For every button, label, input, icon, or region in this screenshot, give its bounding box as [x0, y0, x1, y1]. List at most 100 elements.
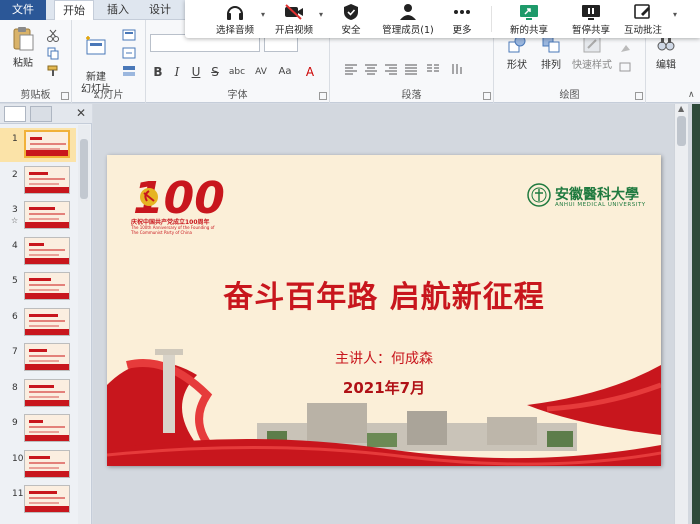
copy-icon[interactable]: [46, 46, 60, 60]
arrange-label: 排列: [541, 60, 561, 71]
text-direction-icon[interactable]: [450, 62, 464, 76]
slides-tab[interactable]: [4, 106, 26, 122]
slide-thumbnail-number: 2: [12, 169, 18, 180]
badge-caption-en: The 100th Anniversary of the Founding of…: [131, 225, 215, 235]
paste-icon: [13, 27, 34, 51]
slide-thumbnail[interactable]: 10: [0, 448, 76, 482]
new-slide-icon: [86, 36, 106, 55]
format-painter-icon[interactable]: [46, 64, 60, 78]
clipboard-launcher[interactable]: [61, 92, 69, 100]
slide-scrollbar[interactable]: ▲: [674, 104, 688, 524]
pause-share-label: 暂停共享: [571, 25, 610, 36]
manage-members-label: 管理成员(1): [382, 25, 434, 36]
campus-banner-artwork: [107, 349, 661, 466]
more-label: 更多: [452, 25, 472, 36]
paste-button[interactable]: 粘贴: [6, 26, 40, 69]
arrange-button[interactable]: 排列: [536, 34, 566, 71]
annotate-label: 互动批注: [623, 25, 662, 36]
annotate-dropdown-icon[interactable]: ▾: [673, 10, 677, 19]
tab-insert[interactable]: 插入: [100, 0, 136, 20]
slide-thumbnail-number: 8: [12, 382, 18, 393]
more-dots-icon: [454, 10, 470, 14]
pen-icon: [634, 4, 650, 19]
bold-button[interactable]: B: [150, 64, 166, 80]
annotate-button[interactable]: 互动批注: [619, 0, 667, 38]
slide-thumbnail-number: 1: [12, 134, 18, 144]
align-left-icon[interactable]: [344, 62, 358, 76]
slide-thumbnail[interactable]: 1: [0, 128, 76, 162]
current-slide[interactable]: 100 庆祝中国共产党成立100周年 The 100th Anniversary…: [107, 155, 661, 466]
shape-button[interactable]: 形状: [502, 34, 532, 71]
slide-thumbnail-image[interactable]: [24, 236, 70, 265]
slide-title[interactable]: 奋斗百年路 启航新征程: [107, 272, 661, 316]
paste-label: 粘贴: [13, 58, 33, 69]
slide-thumbnail[interactable]: 8: [0, 377, 76, 411]
tab-home[interactable]: 开始: [54, 0, 94, 21]
slide-thumbnail-number: 10: [12, 453, 24, 464]
slide-thumbnail-image[interactable]: [24, 165, 70, 194]
slide-thumbnail[interactable]: 7: [0, 341, 76, 375]
slide-thumbnail[interactable]: 6: [0, 306, 76, 340]
align-center-icon[interactable]: [364, 62, 378, 76]
slide-thumbnail-image[interactable]: [24, 272, 70, 300]
slide-thumbnail-image[interactable]: [24, 307, 70, 336]
scroll-up-icon[interactable]: ▲: [678, 104, 684, 113]
align-right-icon[interactable]: [384, 62, 398, 76]
tab-design[interactable]: 设计: [142, 0, 178, 20]
slide-thumbnail-image[interactable]: [24, 343, 70, 371]
audio-dropdown-icon[interactable]: ▾: [261, 10, 265, 19]
slide-thumbnail[interactable]: 4: [0, 235, 76, 269]
outline-tab[interactable]: [30, 106, 52, 122]
quick-style-button[interactable]: 快速样式: [570, 34, 614, 71]
slide-thumbnail-number: 5: [12, 276, 18, 286]
manage-members-button[interactable]: 管理成员(1): [377, 0, 439, 38]
slide-thumbnail-image[interactable]: [24, 378, 70, 407]
pause-share-button[interactable]: 暂停共享: [567, 0, 615, 38]
slide-thumbnail-image[interactable]: [24, 449, 70, 478]
pause-icon: [582, 5, 600, 20]
italic-button[interactable]: I: [169, 64, 185, 80]
tab-file[interactable]: 文件: [0, 0, 46, 20]
shape-outline-icon[interactable]: [618, 60, 632, 74]
section-icon[interactable]: [122, 64, 136, 78]
columns-icon[interactable]: [426, 62, 440, 76]
spacing-button[interactable]: AV: [250, 64, 272, 80]
strikethrough-button[interactable]: S: [207, 64, 223, 80]
shadow-button[interactable]: abc: [226, 64, 248, 80]
change-case-button[interactable]: Aa: [274, 64, 296, 80]
shape-fill-icon[interactable]: [618, 42, 632, 56]
start-video-button[interactable]: 开启视频: [269, 0, 319, 38]
slide-thumbnail[interactable]: 9: [0, 412, 76, 446]
paragraph-launcher[interactable]: [483, 92, 491, 100]
security-button[interactable]: 安全: [331, 0, 371, 38]
slide-thumbnail-image[interactable]: [24, 485, 70, 513]
slide-thumbnail[interactable]: 3 ☆: [0, 199, 76, 233]
font-launcher[interactable]: [319, 92, 327, 100]
select-audio-button[interactable]: 选择音频: [211, 0, 259, 38]
close-panel-icon[interactable]: ✕: [76, 106, 86, 120]
slide-thumbnail-image[interactable]: [24, 130, 70, 158]
slides-scroll-thumb[interactable]: [80, 139, 88, 199]
editing-button[interactable]: 编辑: [650, 34, 682, 71]
slide-scroll-thumb[interactable]: [677, 116, 686, 146]
drawing-launcher[interactable]: [635, 92, 643, 100]
slide-thumbnail[interactable]: 11: [0, 483, 76, 517]
font-color-button[interactable]: A: [302, 64, 318, 80]
slide-thumbnail[interactable]: 2: [0, 164, 76, 198]
quick-style-label: 快速样式: [572, 60, 612, 71]
slide-thumbnail-number: 9: [12, 418, 18, 428]
cut-icon[interactable]: [46, 28, 60, 42]
reset-icon[interactable]: [122, 46, 136, 60]
slides-scrollbar[interactable]: [78, 125, 90, 524]
layout-icon[interactable]: [122, 28, 136, 42]
more-button[interactable]: 更多: [445, 0, 479, 38]
slide-thumbnail[interactable]: 5: [0, 270, 76, 304]
editing-label: 编辑: [656, 60, 676, 71]
justify-icon[interactable]: [404, 62, 418, 76]
slide-thumbnail-image[interactable]: [24, 201, 70, 229]
underline-button[interactable]: U: [188, 64, 204, 80]
collapse-ribbon-icon[interactable]: ∧: [688, 90, 695, 100]
new-share-button[interactable]: 新的共享: [505, 0, 553, 38]
slide-thumbnail-image[interactable]: [24, 414, 70, 442]
video-dropdown-icon[interactable]: ▾: [319, 10, 323, 19]
